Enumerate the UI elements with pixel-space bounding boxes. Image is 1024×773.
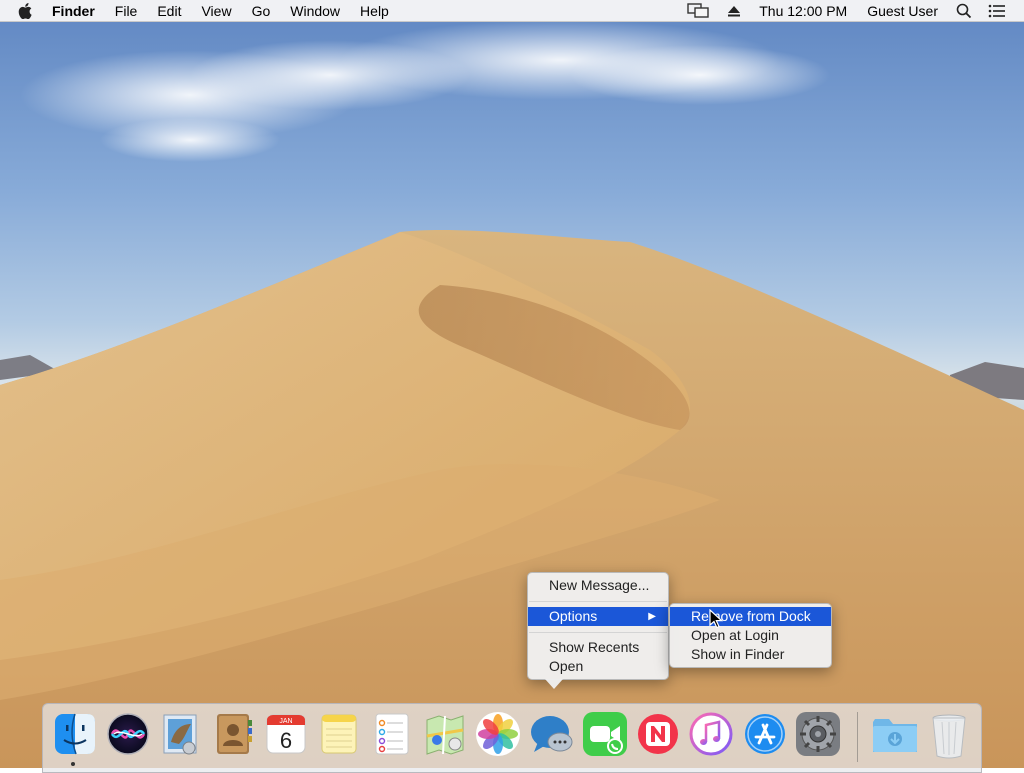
submenu-item-remove-from-dock[interactable]: Remove from Dock: [670, 607, 831, 626]
dock-separator: [857, 712, 858, 762]
menu-pointer-arrow: [545, 679, 563, 689]
submenu-item-open-at-login[interactable]: Open at Login: [670, 626, 831, 645]
menu-file[interactable]: File: [105, 0, 148, 22]
dock-news-icon[interactable]: [636, 712, 680, 756]
menu-item-new-message[interactable]: New Message...: [528, 576, 668, 595]
menu-extras: Thu 12:00 PM Guest User: [679, 0, 1024, 22]
menu-view[interactable]: View: [191, 0, 241, 22]
apple-icon: [18, 2, 32, 19]
dock-downloads-folder-icon[interactable]: [871, 712, 917, 756]
dock-messages-icon[interactable]: [530, 712, 574, 756]
dock-itunes-icon[interactable]: [689, 712, 733, 756]
menu-item-options[interactable]: Options ▶: [528, 607, 668, 626]
dock-context-menu: New Message... Options ▶ Show Recents Op…: [527, 572, 669, 680]
dock-maps-icon[interactable]: [423, 712, 467, 756]
dock-mail-icon[interactable]: [159, 712, 203, 756]
calendar-month: JAN: [279, 718, 292, 725]
mojave-wallpaper: [0, 20, 1024, 768]
dock-trash-icon[interactable]: [927, 712, 971, 759]
dock-photos-icon[interactable]: [476, 712, 520, 756]
menubar-clock[interactable]: Thu 12:00 PM: [749, 0, 857, 22]
dock-calendar-icon[interactable]: JAN 6: [264, 712, 308, 756]
mouse-cursor-icon: [709, 609, 723, 629]
dock-notes-icon[interactable]: [317, 712, 361, 756]
menu-help[interactable]: Help: [350, 0, 399, 22]
desktop[interactable]: [0, 0, 1024, 768]
menu-item-show-recents[interactable]: Show Recents: [528, 638, 668, 657]
dock-app-store-icon[interactable]: [743, 712, 787, 756]
menu-item-open[interactable]: Open: [528, 657, 668, 676]
menu-window[interactable]: Window: [280, 0, 350, 22]
menu-item-options-label: Options: [549, 608, 598, 624]
submenu-item-show-in-finder[interactable]: Show in Finder: [670, 645, 831, 664]
menu-go[interactable]: Go: [242, 0, 281, 22]
submenu-arrow-icon: ▶: [648, 611, 656, 622]
spotlight-icon[interactable]: [948, 0, 980, 22]
calendar-day: 6: [280, 728, 292, 753]
menu-edit[interactable]: Edit: [147, 0, 191, 22]
menu-bar: Finder File Edit View Go Window Help Thu…: [0, 0, 1024, 22]
notification-center-icon[interactable]: [980, 0, 1014, 22]
dock-system-preferences-icon[interactable]: [796, 712, 840, 756]
dock-finder-icon[interactable]: [53, 712, 97, 756]
menubar-user[interactable]: Guest User: [857, 0, 948, 22]
eject-icon[interactable]: [719, 0, 749, 22]
dock-reminders-icon[interactable]: [370, 712, 414, 756]
menu-separator: [529, 601, 667, 602]
menu-separator: [529, 632, 667, 633]
display-mirroring-icon[interactable]: [679, 0, 719, 22]
options-submenu: Remove from Dock Open at Login Show in F…: [669, 603, 832, 668]
dock-contacts-icon[interactable]: [211, 712, 255, 756]
menu-app-name[interactable]: Finder: [42, 0, 105, 22]
apple-menu[interactable]: [0, 0, 42, 22]
dock-facetime-icon[interactable]: [583, 712, 627, 756]
dock: JAN 6: [42, 703, 982, 773]
dock-siri-icon[interactable]: [106, 712, 150, 756]
finder-running-indicator: [71, 762, 75, 766]
